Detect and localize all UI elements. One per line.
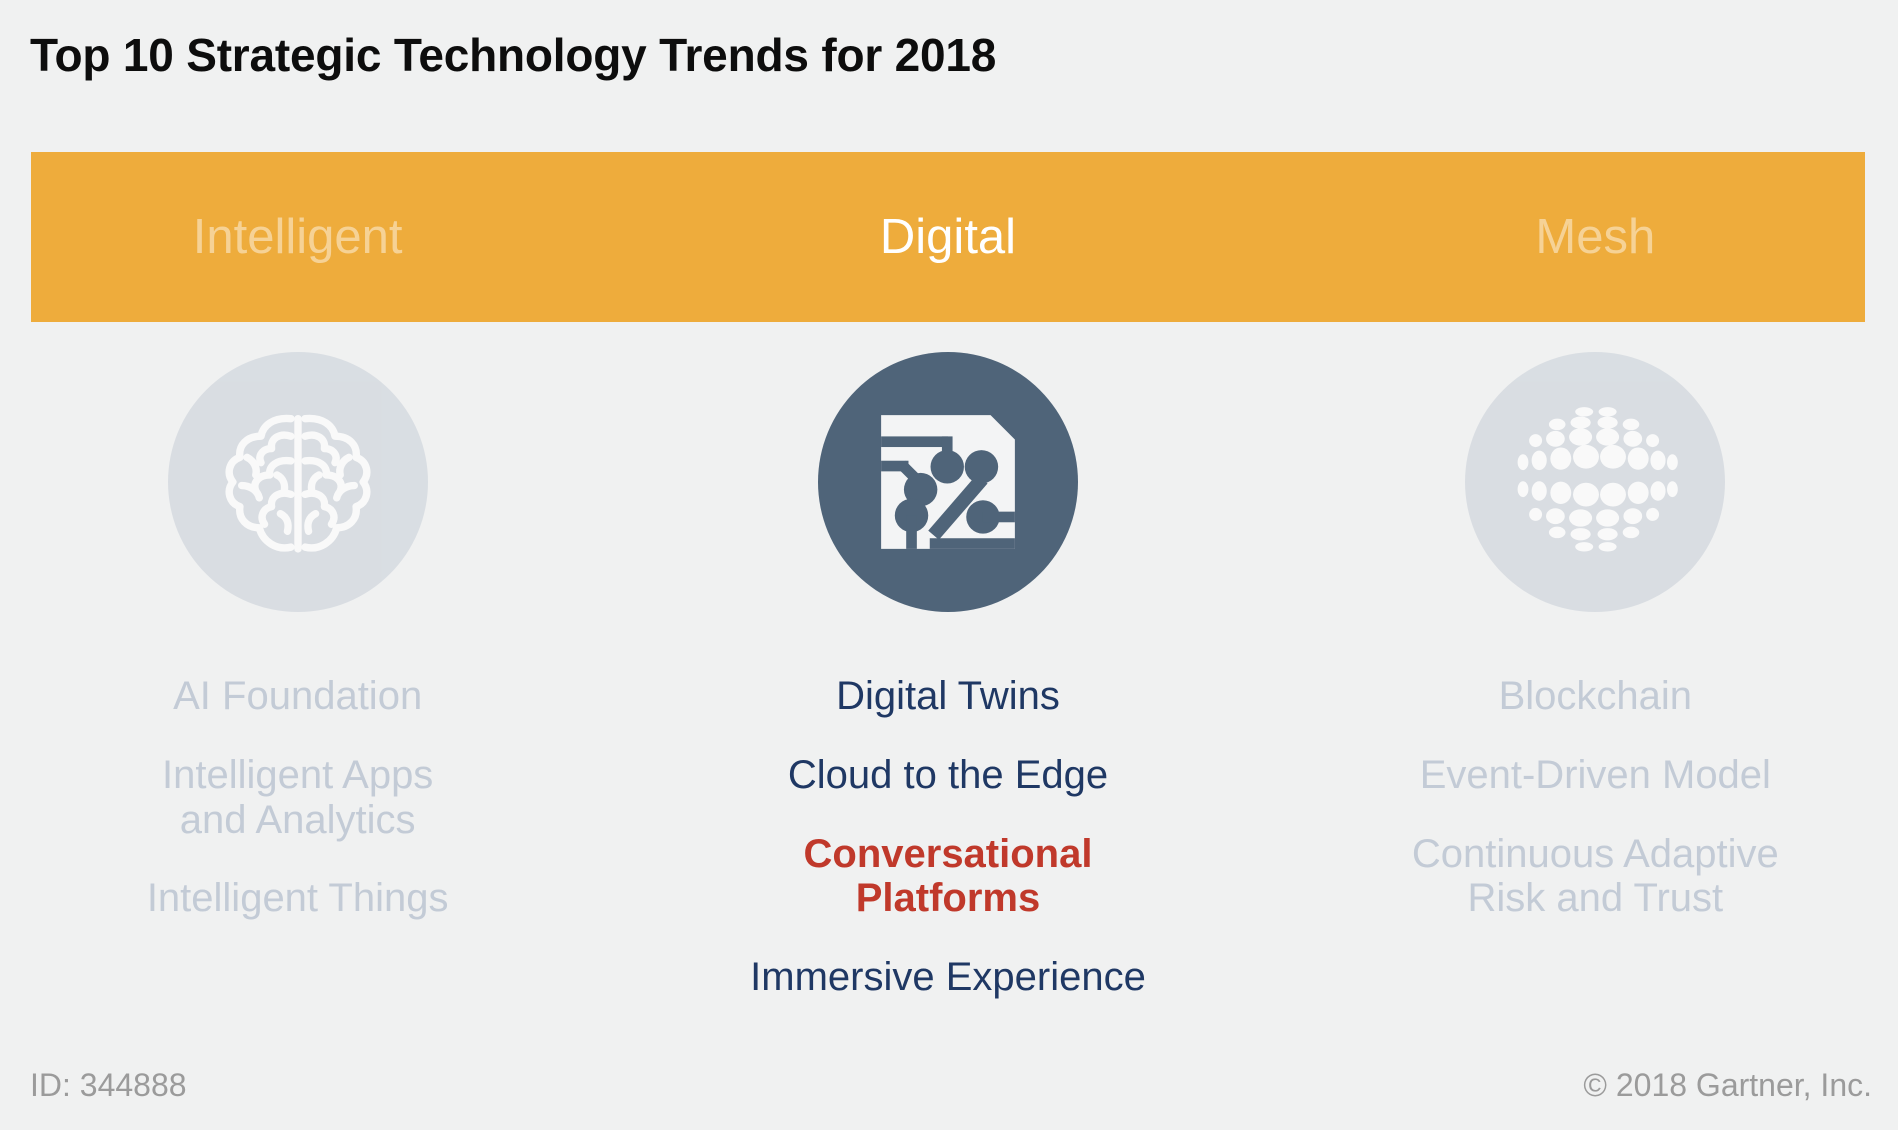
footer-copyright: © 2018 Gartner, Inc. xyxy=(1583,1067,1872,1103)
circuit-chip-icon xyxy=(817,352,1078,612)
trend-item[interactable]: Digital Twins xyxy=(836,674,1060,719)
trend-item[interactable]: Intelligent Apps and Analytics xyxy=(162,753,433,843)
trend-item[interactable]: Intelligent Things xyxy=(147,876,449,921)
column-intelligent: AI Foundation Intelligent Apps and Analy… xyxy=(0,352,603,1052)
page-title: Top 10 Strategic Technology Trends for 2… xyxy=(30,29,997,81)
category-banner: Intelligent Digital Mesh xyxy=(31,152,1865,322)
trend-item[interactable]: Event-Driven Model xyxy=(1420,753,1771,798)
banner-category-intelligent[interactable]: Intelligent xyxy=(0,212,603,262)
trend-list-digital: Digital Twins Cloud to the Edge Conversa… xyxy=(642,674,1253,1034)
footer-document-id: ID: 344888 xyxy=(30,1067,187,1103)
banner-category-mesh[interactable]: Mesh xyxy=(1290,212,1898,262)
sphere-mesh-icon xyxy=(1465,352,1726,612)
column-digital: Digital Twins Cloud to the Edge Conversa… xyxy=(642,352,1253,1052)
trend-item[interactable]: Blockchain xyxy=(1499,674,1692,719)
trend-list-intelligent: AI Foundation Intelligent Apps and Analy… xyxy=(0,674,603,955)
trend-item[interactable]: Cloud to the Edge xyxy=(788,753,1108,798)
trend-list-mesh: Blockchain Event-Driven Model Continuous… xyxy=(1290,674,1898,955)
trend-item[interactable]: Immersive Experience xyxy=(750,955,1146,1000)
banner-category-digital[interactable]: Digital xyxy=(642,212,1253,262)
column-mesh: Blockchain Event-Driven Model Continuous… xyxy=(1290,352,1898,1052)
trend-item[interactable]: AI Foundation xyxy=(173,674,422,719)
brain-icon xyxy=(167,352,428,612)
trend-columns: AI Foundation Intelligent Apps and Analy… xyxy=(31,352,1865,1052)
trend-item-highlighted[interactable]: Conversational Platforms xyxy=(804,832,1093,922)
trend-item[interactable]: Continuous Adaptive Risk and Trust xyxy=(1412,832,1779,922)
